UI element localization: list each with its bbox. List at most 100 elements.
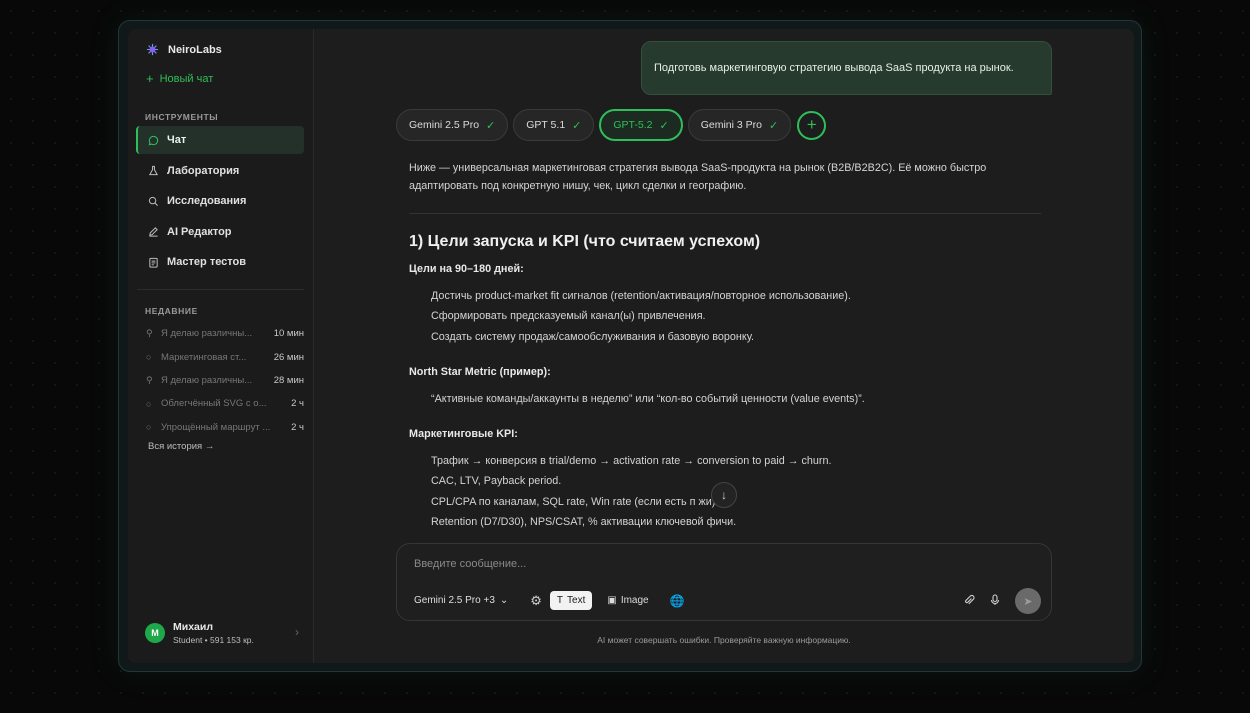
sidebar-item-research[interactable]: Исследования [136, 187, 304, 215]
globe-icon[interactable]: 🌐 [670, 594, 685, 608]
add-model-button[interactable]: + [797, 110, 827, 140]
recent-item[interactable]: ○ Облегчённый SVG с о... 2 ч [146, 392, 304, 415]
text-mode-label: Text [567, 595, 586, 606]
list-item: “Активные команды/аккаунты в неделю” или… [431, 392, 865, 405]
sidebar-item-chat[interactable]: Чат [136, 126, 304, 154]
user-message: Подготовь маркетинговую стратегию вывода… [641, 41, 1052, 95]
response-divider [409, 213, 1041, 214]
model-select[interactable]: Gemini 2.5 Pro +3 ⌄ [414, 595, 508, 606]
recent-list: ⚲ Я делаю различны... 10 мин ○ Маркетинг… [146, 322, 304, 439]
brand-logo-icon [146, 43, 159, 56]
response-intro: Ниже — универсальная маркетинговая страт… [409, 162, 987, 192]
check-icon: ✓ [486, 119, 496, 132]
recent-item-label: Маркетинговая ст... [161, 351, 247, 363]
sidebar-item-test-master[interactable]: Мастер тестов [136, 248, 304, 276]
flask-icon [147, 165, 159, 177]
sidebar: NeiroLabs + Новый чат ИНСТРУМЕНТЫ Чат Ла… [128, 29, 314, 663]
sidebar-item-label: Мастер тестов [167, 256, 247, 269]
recent-item-label: Упрощённый маршрут ... [161, 421, 271, 433]
image-mode-button[interactable]: ▣ Image [600, 591, 655, 610]
disclaimer: AI может совершать ошибки. Проверяйте ва… [597, 635, 851, 645]
chat-main: Подготовь маркетинговую стратегию вывода… [314, 29, 1134, 663]
recent-item-label: Я делаю различны... [161, 328, 253, 340]
goals-list: Достичь product-market fit сигналов (ret… [409, 290, 1041, 351]
model-tab-gpt-5-1[interactable]: GPT 5.1 ✓ [513, 109, 595, 141]
send-button[interactable]: ➤ [1015, 588, 1041, 614]
gear-icon[interactable]: ⚙ [530, 593, 542, 609]
list-item: Создать систему продаж/самообслуживания … [431, 330, 755, 343]
search-icon: ⚲ [146, 374, 153, 385]
composer-actions: ➤ [963, 588, 1041, 614]
nsm-list: “Активные команды/аккаунты в неделю” или… [409, 393, 1041, 413]
goals-title: Цели на 90–180 дней: [409, 263, 524, 275]
check-icon: ✓ [659, 119, 669, 132]
user-profile[interactable]: M Михаил Student • 591 153 кр. › [145, 621, 305, 645]
plus-icon: + [806, 115, 817, 134]
all-history-link[interactable]: Вся история → [148, 441, 214, 452]
chevron-right-icon: › [295, 625, 299, 639]
model-tab-label: Gemini 3 Pro [700, 119, 762, 131]
brand-name: NeiroLabs [168, 43, 222, 56]
new-chat-button[interactable]: + Новый чат [146, 71, 214, 86]
chevron-down-icon: ⌄ [499, 595, 509, 606]
message-composer: Введите сообщение... Gemini 2.5 Pro +3 ⌄… [396, 543, 1052, 621]
model-tab-label: GPT 5.1 [526, 119, 566, 131]
tools-section-title: ИНСТРУМЕНТЫ [145, 112, 219, 122]
app-frame: NeiroLabs + Новый чат ИНСТРУМЕНТЫ Чат Ла… [118, 20, 1142, 672]
recent-item-label: Я делаю различны... [161, 374, 253, 386]
sidebar-item-label: AI Редактор [167, 225, 232, 238]
brand[interactable]: NeiroLabs [146, 43, 222, 56]
user-name: Михаил [173, 621, 214, 633]
chat-icon: ○ [146, 422, 152, 433]
sidebar-divider [137, 289, 304, 290]
clipboard-icon [147, 256, 159, 268]
composer-toolbar: Gemini 2.5 Pro +3 ⌄ ⚙ T Text ▣ Image 🌐 [414, 591, 685, 610]
sidebar-item-label: Чат [167, 134, 187, 146]
model-tab-gemini-2-5-pro[interactable]: Gemini 2.5 Pro ✓ [396, 109, 509, 141]
arrow-down-icon: ↓ [721, 488, 727, 502]
chat-icon: ○ [146, 398, 152, 409]
search-icon [147, 195, 159, 207]
model-tab-gpt-5-2[interactable]: GPT-5.2 ✓ [599, 109, 683, 141]
model-tab-gemini-3-pro[interactable]: Gemini 3 Pro ✓ [687, 109, 792, 141]
list-item: Retention (D7/D30), NPS/CSAT, % активаци… [431, 516, 737, 529]
sidebar-item-lab[interactable]: Лаборатория [136, 157, 304, 185]
app-window: NeiroLabs + Новый чат ИНСТРУМЕНТЫ Чат Ла… [128, 29, 1134, 663]
recent-item[interactable]: ⚲ Я делаю различны... 10 мин [146, 322, 304, 345]
image-icon: ▣ [607, 595, 617, 606]
user-info: Михаил Student • 591 153 кр. [173, 621, 254, 645]
recent-section-title: НЕДАВНИЕ [145, 306, 198, 316]
list-item: Трафик → конверсия в trial/demo → activa… [431, 455, 832, 468]
nsm-title: North Star Metric (пример): [409, 365, 551, 378]
kpi-title: Маркетинговые KPI: [409, 428, 518, 441]
pen-icon [147, 226, 159, 238]
message-input[interactable]: Введите сообщение... [414, 558, 526, 570]
user-plan: Student • 591 153 кр. [173, 635, 254, 645]
recent-item-time: 10 мин [273, 328, 304, 340]
recent-item[interactable]: ○ Маркетинговая ст... 26 мин [146, 345, 304, 368]
sidebar-item-ai-editor[interactable]: AI Редактор [136, 218, 304, 246]
recent-item-time: 26 мин [273, 351, 304, 363]
recent-item-time: 2 ч [291, 398, 304, 410]
avatar: M [145, 623, 165, 643]
model-tab-label: Gemini 2.5 Pro [409, 119, 480, 131]
new-chat-label: Новый чат [159, 73, 214, 85]
scroll-down-button[interactable]: ↓ [711, 482, 737, 508]
recent-item-time: 28 мин [273, 374, 304, 386]
send-icon: ➤ [1023, 595, 1033, 608]
response-heading: 1) Цели запуска и KPI (что считаем успех… [409, 233, 761, 250]
paperclip-icon[interactable] [963, 594, 975, 609]
search-icon: ⚲ [146, 328, 153, 339]
model-tabs: Gemini 2.5 Pro ✓ GPT 5.1 ✓ GPT-5.2 ✓ Gem… [396, 109, 827, 141]
plus-icon: + [146, 71, 154, 86]
chat-icon [147, 134, 159, 146]
recent-item[interactable]: ○ Упрощённый маршрут ... 2 ч [146, 416, 304, 439]
recent-item[interactable]: ⚲ Я делаю различны... 28 мин [146, 369, 304, 392]
list-item: Сформировать предсказуемый канал(ы) прив… [431, 310, 706, 323]
text-icon: T [556, 595, 564, 606]
image-mode-label: Image [620, 595, 649, 606]
text-mode-button[interactable]: T Text [549, 591, 593, 610]
tools-nav: Чат Лаборатория Исследования AI Редактор… [136, 126, 304, 279]
microphone-icon[interactable] [989, 593, 1001, 609]
recent-item-label: Облегчённый SVG с о... [161, 398, 267, 410]
